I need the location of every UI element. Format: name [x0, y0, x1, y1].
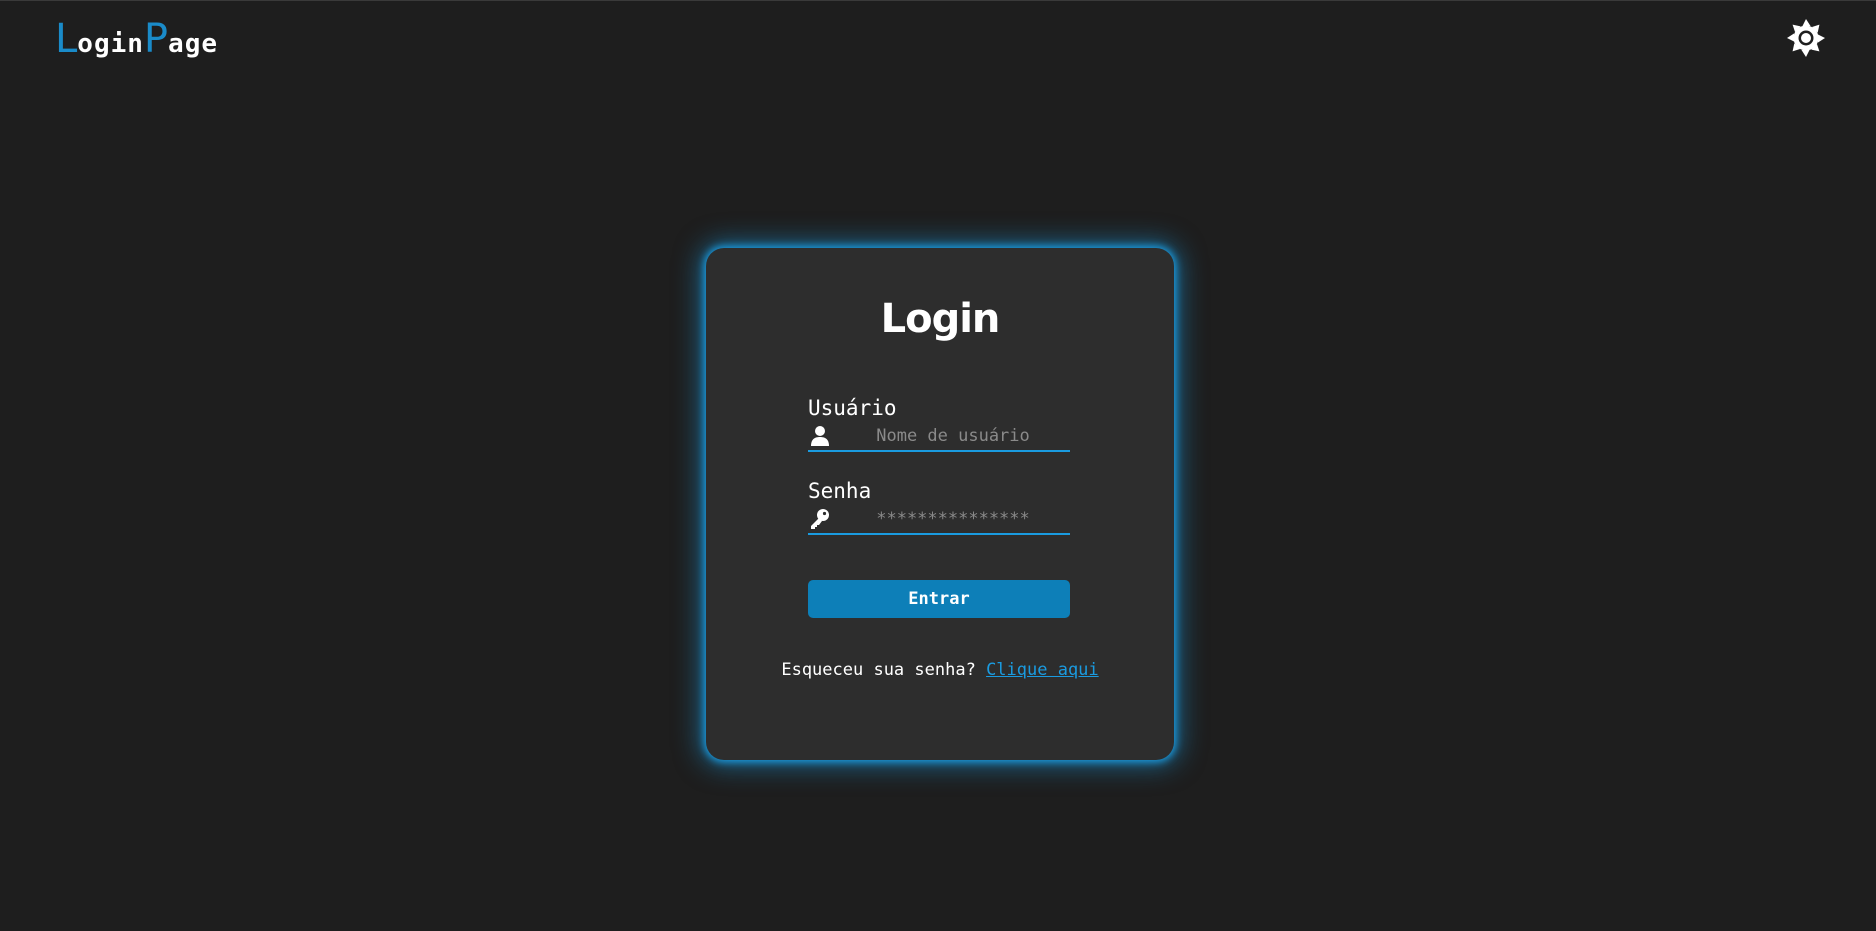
forgot-password-row: Esqueceu sua senha? Clique aqui — [706, 660, 1174, 680]
password-label: Senha — [808, 479, 872, 503]
password-field-wrapper — [808, 507, 1070, 535]
sun-icon — [1787, 19, 1825, 57]
login-submit-button[interactable]: Entrar — [808, 580, 1070, 618]
username-input[interactable] — [838, 424, 1068, 448]
logo-text-ogin: ogin — [77, 29, 144, 59]
login-card: Login Usuário Senha Entrar Esqueceu sua … — [706, 248, 1174, 760]
password-input[interactable] — [838, 507, 1068, 531]
user-icon — [811, 426, 829, 446]
logo-initial-p: P — [143, 16, 169, 62]
login-title: Login — [880, 296, 1001, 342]
username-label: Usuário — [808, 396, 897, 420]
theme-toggle-button[interactable] — [1787, 19, 1825, 57]
forgot-password-link[interactable]: Clique aqui — [986, 660, 1099, 680]
top-border — [0, 0, 1876, 1]
key-icon — [811, 509, 829, 529]
logo-text-age: age — [168, 29, 219, 59]
forgot-password-text: Esqueceu sua senha? — [781, 660, 976, 680]
logo-initial-l: L — [55, 16, 78, 62]
app-logo[interactable]: LoginPage — [55, 16, 218, 62]
username-field-wrapper — [808, 424, 1070, 452]
